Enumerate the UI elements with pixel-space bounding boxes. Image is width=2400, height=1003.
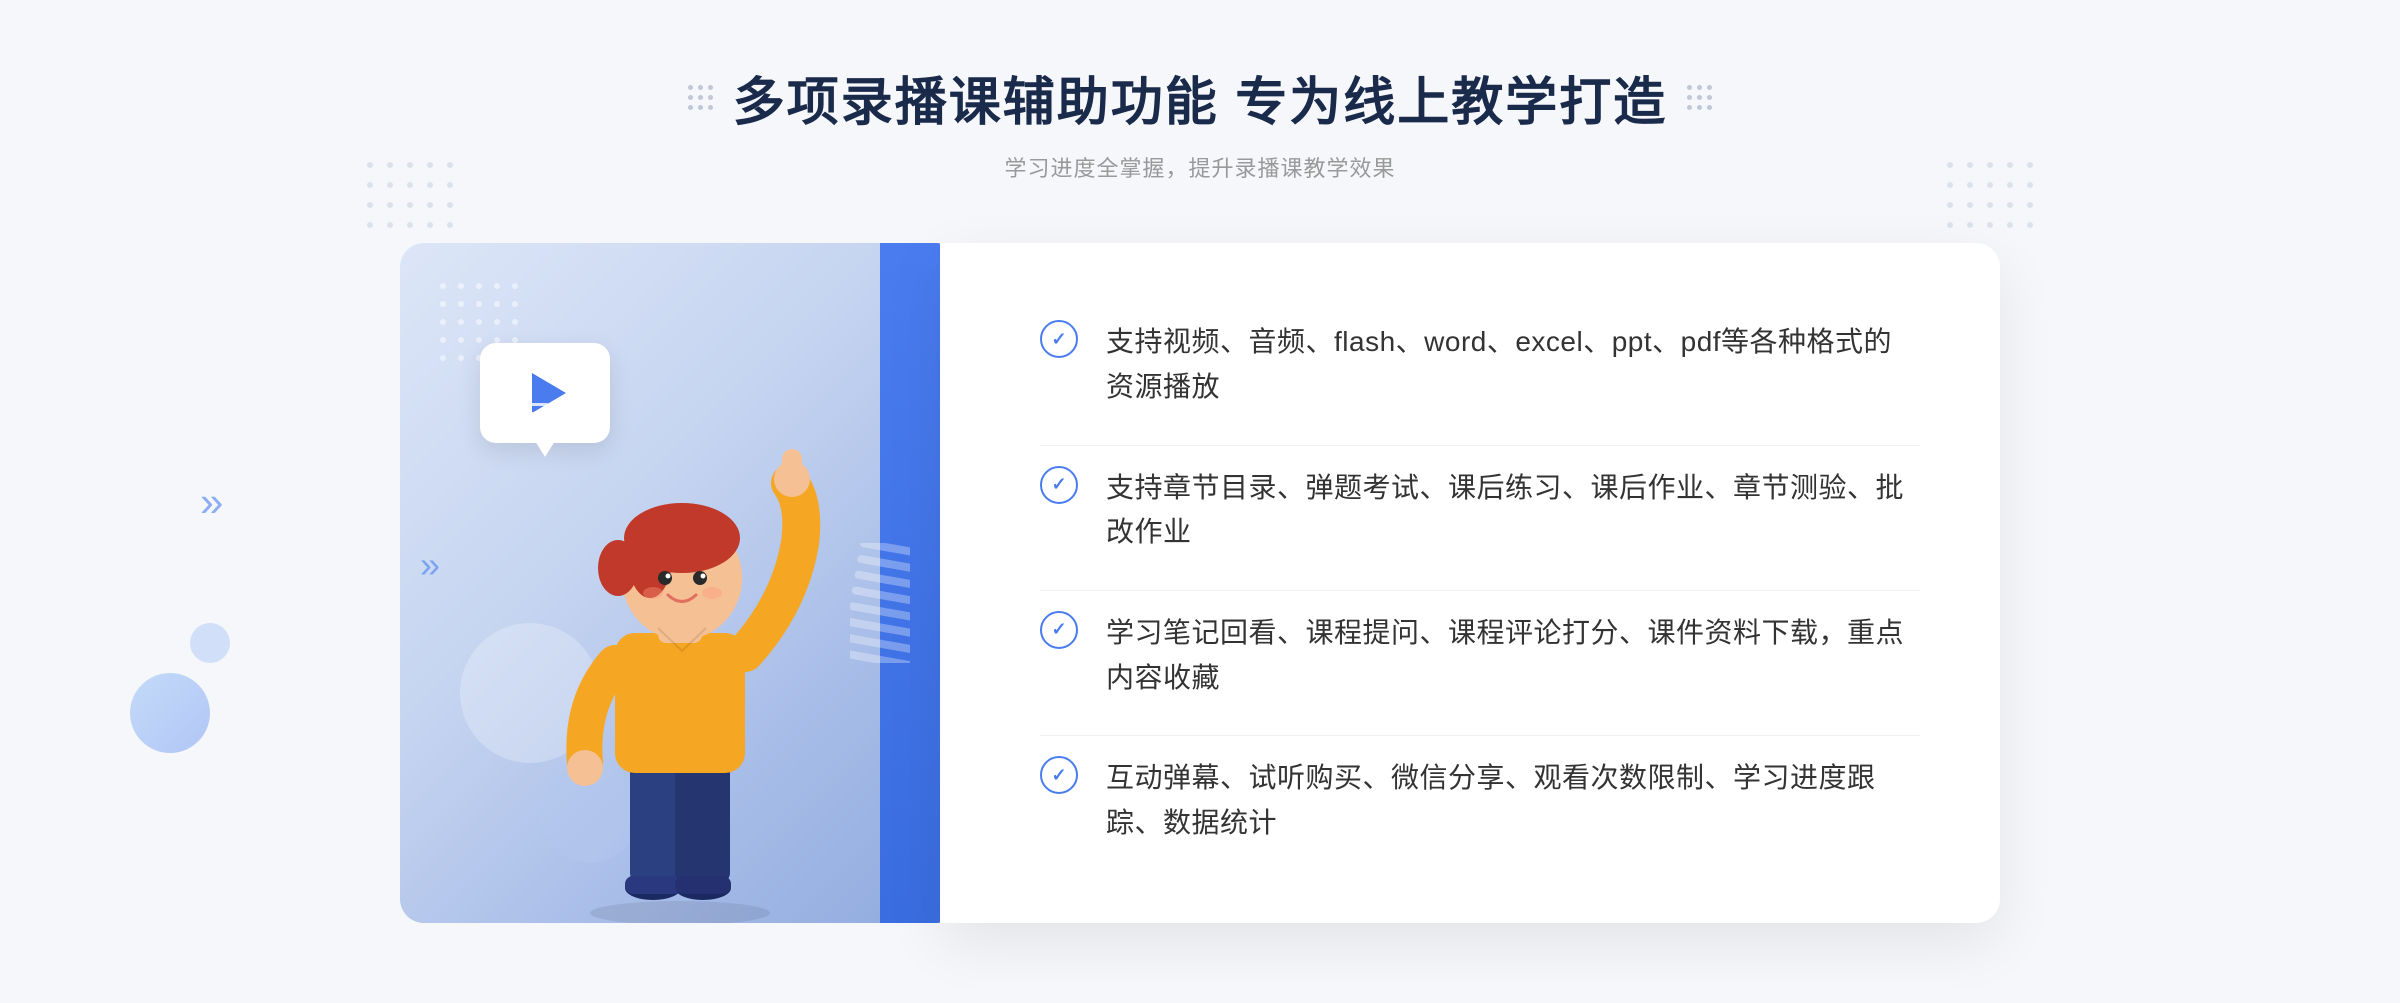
page-deco-left: » xyxy=(200,478,213,526)
chevron-left-icon: » xyxy=(420,547,440,583)
check-icon-3 xyxy=(1040,611,1078,649)
feature-text-3: 学习笔记回看、课程提问、课程评论打分、课件资料下载，重点内容收藏 xyxy=(1106,611,1920,701)
page-container: » 多项录播课辅助功能 专为线上教学打造 学习进度全掌握，提升录播课教学效果 xyxy=(0,0,2400,1003)
feature-text-2: 支持章节目录、弹题考试、课后练习、课后作业、章节测验、批改作业 xyxy=(1106,466,1920,556)
header-section: 多项录播课辅助功能 专为线上教学打造 学习进度全掌握，提升录播课教学效果 xyxy=(688,60,1712,183)
check-icon-2 xyxy=(1040,466,1078,504)
illustration-card: » xyxy=(400,243,960,923)
stripe-decoration xyxy=(850,543,910,663)
feature-item-4: 互动弹幕、试听购买、微信分享、观看次数限制、学习进度跟踪、数据统计 xyxy=(1040,735,1920,866)
feature-item-1: 支持视频、音频、flash、word、excel、ppt、pdf等各种格式的资源… xyxy=(1040,300,1920,430)
main-title: 多项录播课辅助功能 专为线上教学打造 xyxy=(733,60,1667,135)
content-area: » xyxy=(400,243,2000,923)
title-dots-right xyxy=(1687,85,1712,110)
check-icon-4 xyxy=(1040,756,1078,794)
title-dots-left xyxy=(688,85,713,110)
left-circle-deco xyxy=(130,673,210,753)
left-small-circle-deco xyxy=(190,623,230,663)
title-row: 多项录播课辅助功能 专为线上教学打造 xyxy=(688,60,1712,135)
character-illustration xyxy=(510,403,850,923)
chevron-right-icon: » xyxy=(200,478,213,526)
feature-item-2: 支持章节目录、弹题考试、课后练习、课后作业、章节测验、批改作业 xyxy=(1040,445,1920,576)
feature-item-3: 学习笔记回看、课程提问、课程评论打分、课件资料下载，重点内容收藏 xyxy=(1040,590,1920,721)
check-icon-1 xyxy=(1040,320,1078,358)
features-card: 支持视频、音频、flash、word、excel、ppt、pdf等各种格式的资源… xyxy=(940,243,2000,923)
feature-text-1: 支持视频、音频、flash、word、excel、ppt、pdf等各种格式的资源… xyxy=(1106,320,1920,410)
feature-text-4: 互动弹幕、试听购买、微信分享、观看次数限制、学习进度跟踪、数据统计 xyxy=(1106,756,1920,846)
dot-grid-left xyxy=(360,155,460,235)
subtitle: 学习进度全掌握，提升录播课教学效果 xyxy=(688,151,1712,183)
dot-grid-right xyxy=(1940,155,2040,235)
